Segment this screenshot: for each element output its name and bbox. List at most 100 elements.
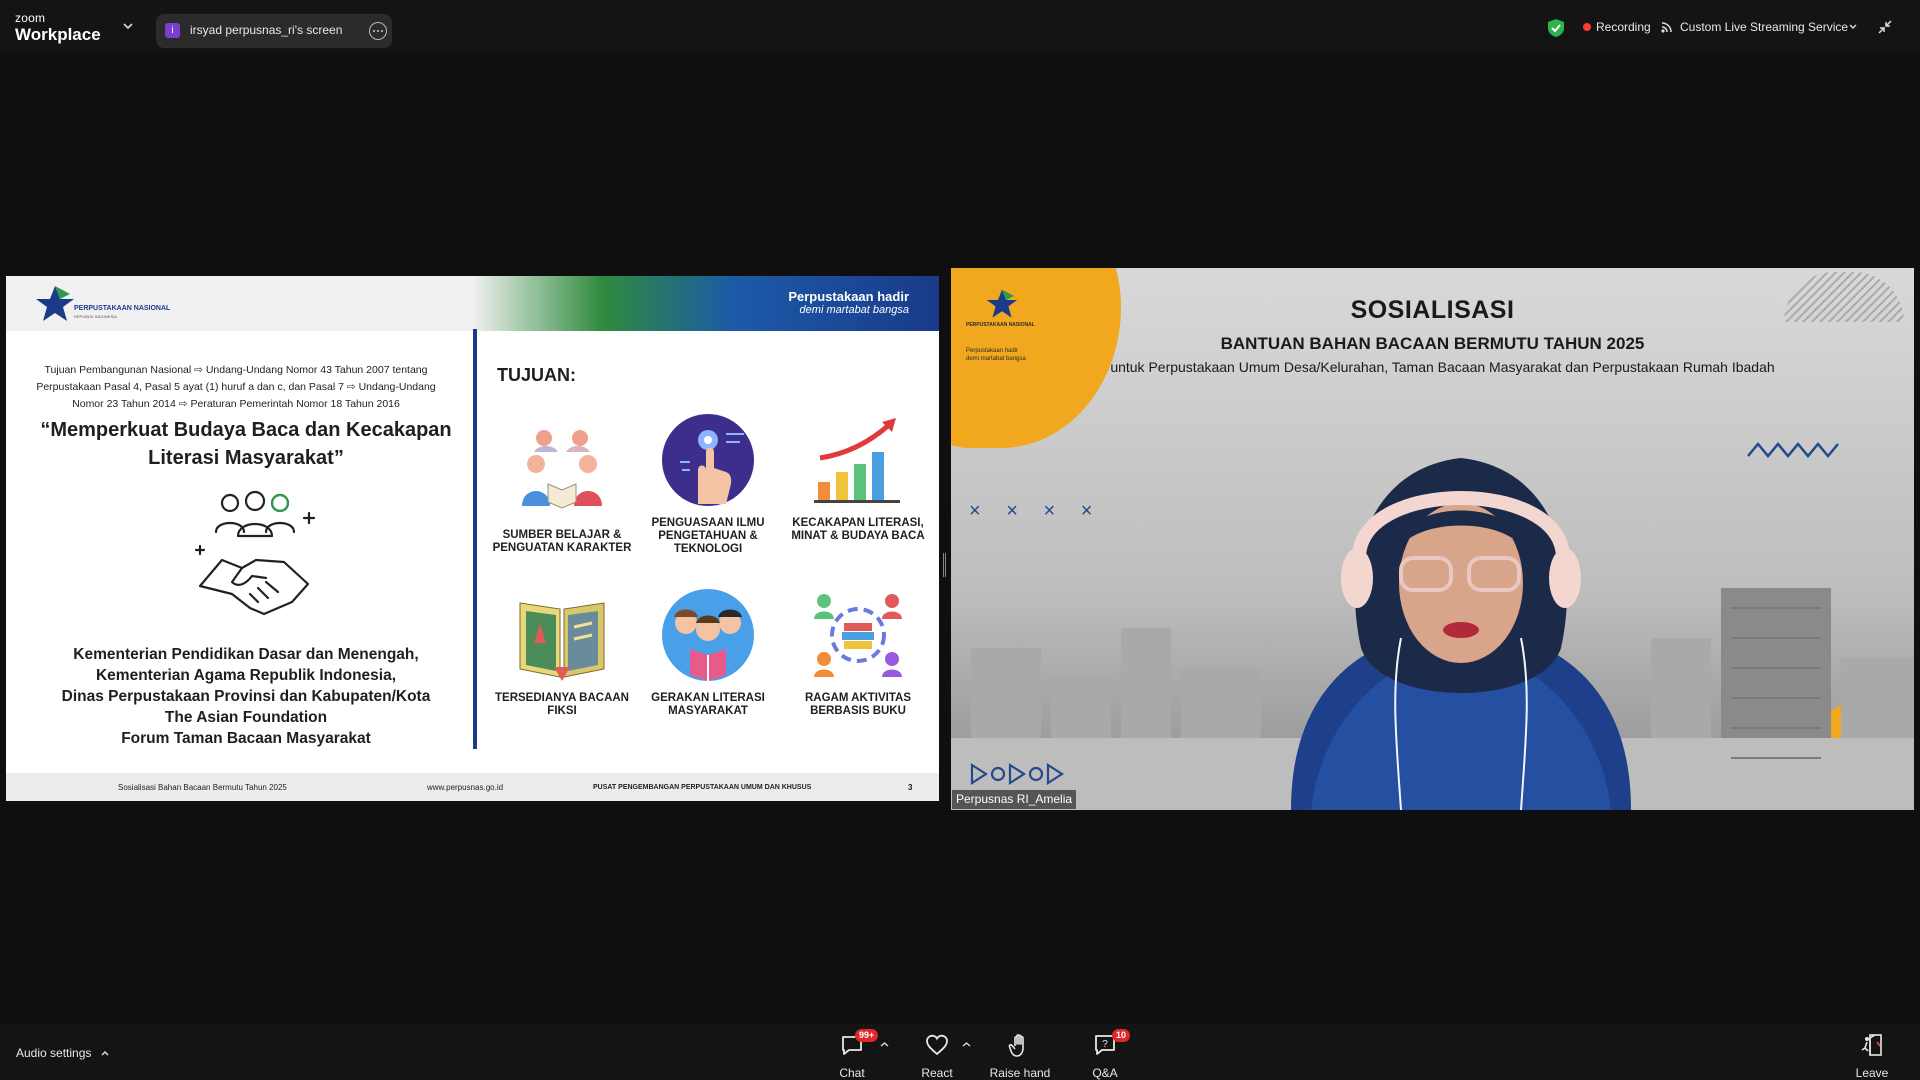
recording-indicator[interactable]: Recording	[1583, 20, 1651, 34]
perpusnas-star-logo	[36, 286, 74, 321]
goal-item: PENGUASAAN ILMU PENGETAHUAN & TEKNOLOGI	[633, 412, 783, 556]
heart-icon	[926, 1034, 948, 1056]
partner-line: The Asian Foundation	[164, 709, 328, 726]
streaming-icon	[1661, 22, 1672, 33]
goal-label: TEKNOLOGI	[673, 543, 743, 555]
chevron-up-icon[interactable]	[100, 1048, 110, 1058]
slide-quote: “Memperkuat Budaya Baca dan Kecakapan Li…	[26, 416, 466, 472]
more-icon[interactable]	[369, 22, 387, 40]
zoom-workplace-logo[interactable]: zoom Workplace	[15, 12, 101, 43]
chevron-up-icon[interactable]	[880, 1040, 889, 1049]
participant-name-tag: Perpusnas RI_Amelia	[952, 790, 1077, 809]
chat-button[interactable]: 99+ Chat	[822, 1029, 882, 1080]
partners-list: Kementerian Pendidikan Dasar dan Menenga…	[26, 644, 466, 749]
tagline-1: Perpustakaan hadir	[788, 289, 909, 304]
slide-org-sub: REPUBLIK INDONESIA	[74, 314, 117, 319]
brand-bottom: Workplace	[15, 25, 101, 44]
goal-label: SUMBER BELAJAR &	[502, 529, 622, 541]
exit-fullscreen-icon[interactable]	[1877, 19, 1893, 35]
svg-text:?: ?	[1102, 1039, 1108, 1050]
video-subline: untuk Perpustakaan Umum Desa/Kelurahan, …	[1110, 359, 1775, 375]
footer-website: www.perpusnas.go.id	[427, 783, 504, 792]
goal-label: PENGUASAAN ILMU	[651, 517, 765, 529]
audio-settings-button[interactable]: Audio settings	[16, 1046, 91, 1060]
fiction-book-icon	[519, 602, 605, 681]
screen-share-indicator[interactable]: i irsyad perpusnas_ri's screen	[156, 14, 392, 48]
chevron-up-icon[interactable]	[962, 1040, 971, 1049]
split-view-resize-handle[interactable]	[943, 553, 946, 577]
partner-line: Kementerian Agama Republik Indonesia,	[95, 667, 397, 684]
technology-touch-icon	[662, 414, 754, 506]
quote-line: “Memperkuat Budaya Baca dan Kecakapan	[40, 419, 452, 441]
goal-label: RAGAM AKTIVITAS	[804, 692, 912, 704]
partner-line: Forum Taman Bacaan Masyarakat	[121, 730, 371, 747]
shield-check-icon[interactable]	[1547, 18, 1565, 38]
leave-button[interactable]: Leave	[1842, 1032, 1902, 1080]
speaker-person	[1291, 458, 1631, 810]
speaker-video[interactable]: PERPUSTAKAAN NASIONAL Perpustakaan hadir…	[951, 268, 1914, 810]
goal-label: BERBASIS BUKU	[810, 705, 906, 717]
chevron-down-icon[interactable]	[121, 19, 135, 33]
react-button[interactable]: React	[907, 1032, 967, 1080]
goal-item: SUMBER BELAJAR & PENGUATAN KARAKTER	[487, 424, 637, 555]
partner-line: Dinas Perpustakaan Provinsi dan Kabupate…	[61, 688, 431, 705]
shared-screen-slide[interactable]: PERPUSTAKAAN NASIONAL REPUBLIK INDONESIA…	[6, 276, 939, 801]
hand-icon	[1008, 1034, 1024, 1057]
legal-line: Nomor 23 Tahun 2014 ⇨ Peraturan Pemerint…	[72, 398, 400, 410]
live-stream-label[interactable]: Custom Live Streaming Service	[1680, 20, 1848, 34]
footer-page-number: 3	[908, 783, 913, 792]
slide-header: PERPUSTAKAAN NASIONAL REPUBLIK INDONESIA…	[6, 276, 939, 331]
goal-item: KECAKAPAN LITERASI, MINAT & BUDAYA BACA	[783, 412, 933, 543]
qa-unread-badge: 10	[1112, 1029, 1131, 1042]
decor-wave	[1747, 442, 1839, 458]
goal-item: GERAKAN LITERASI MASYARAKAT	[633, 587, 783, 718]
goal-label: PENGETAHUAN &	[658, 530, 758, 542]
reading-community-icon	[662, 589, 754, 681]
goal-item: TERSEDIANYA BACAAN FIKSI	[487, 587, 637, 718]
community-handshake-icon	[194, 490, 316, 616]
footer-unit: PUSAT PENGEMBANGAN PERPUSTAKAAN UMUM DAN…	[593, 784, 812, 791]
goal-label: FIKSI	[547, 705, 577, 717]
tujuan-heading: TUJUAN:	[497, 365, 576, 385]
video-title: SOSIALISASI	[1350, 296, 1515, 324]
raise-hand-label: Raise hand	[989, 1066, 1051, 1080]
goal-label: MASYARAKAT	[668, 705, 748, 717]
goal-label: TERSEDIANYA BACAAN	[495, 692, 629, 704]
tagline-2: demi martabat bangsa	[799, 304, 909, 317]
sharer-badge: i	[165, 23, 180, 38]
qa-label: Q&A	[1092, 1066, 1118, 1080]
decor-crosses: × × × ×	[969, 500, 1103, 522]
study-group-icon	[522, 430, 602, 509]
goal-label: KECAKAPAN LITERASI,	[792, 517, 924, 529]
video-subtitle: BANTUAN BAHAN BACAAN BERMUTU TAHUN 2025	[1220, 334, 1645, 353]
slide-org-name: PERPUSTAKAAN NASIONAL	[74, 305, 171, 312]
brand-top: zoom	[15, 11, 46, 25]
goal-item: RAGAM AKTIVITAS BERBASIS BUKU	[783, 587, 933, 718]
leave-label: Leave	[1855, 1066, 1889, 1080]
raise-hand-button[interactable]: Raise hand	[990, 1032, 1050, 1080]
book-activities-icon	[814, 594, 902, 677]
qa-button[interactable]: ? 10 Q&A	[1075, 1029, 1135, 1080]
footer-event: Sosialisasi Bahan Bacaan Bermutu Tahun 2…	[118, 783, 287, 792]
screen-share-label: irsyad perpusnas_ri's screen	[190, 23, 343, 37]
decor-play-shapes	[970, 762, 1064, 786]
recording-label: Recording	[1596, 20, 1651, 34]
slide-divider	[473, 329, 477, 749]
goal-label: GERAKAN LITERASI	[651, 692, 765, 704]
leave-icon	[1861, 1034, 1882, 1056]
chevron-down-icon[interactable]	[1848, 22, 1858, 32]
chat-label: Chat	[839, 1066, 865, 1080]
legal-line: Tujuan Pembangunan Nasional ⇨ Undang-Und…	[44, 364, 428, 376]
partner-line: Kementerian Pendidikan Dasar dan Menenga…	[73, 646, 419, 663]
goal-label: MINAT & BUDAYA BACA	[791, 530, 925, 542]
legal-line: Perpustakaan Pasal 4, Pasal 5 ayat (1) h…	[36, 381, 436, 393]
goal-label: PENGUATAN KARAKTER	[492, 542, 632, 554]
growth-chart-icon	[814, 418, 900, 503]
recording-dot-icon	[1583, 23, 1591, 31]
legal-basis-text: Tujuan Pembangunan Nasional ⇨ Undang-Und…	[26, 362, 446, 413]
react-label: React	[921, 1066, 953, 1080]
top-bar: zoom Workplace i irsyad perpusnas_ri's s…	[0, 0, 1920, 52]
slide-tagline: Perpustakaan hadir demi martabat bangsa	[788, 289, 909, 317]
meeting-controls-bar: Audio settings 99+ Chat React Raise hand…	[0, 1024, 1920, 1080]
slide-footer: Sosialisasi Bahan Bacaan Bermutu Tahun 2…	[6, 773, 939, 801]
